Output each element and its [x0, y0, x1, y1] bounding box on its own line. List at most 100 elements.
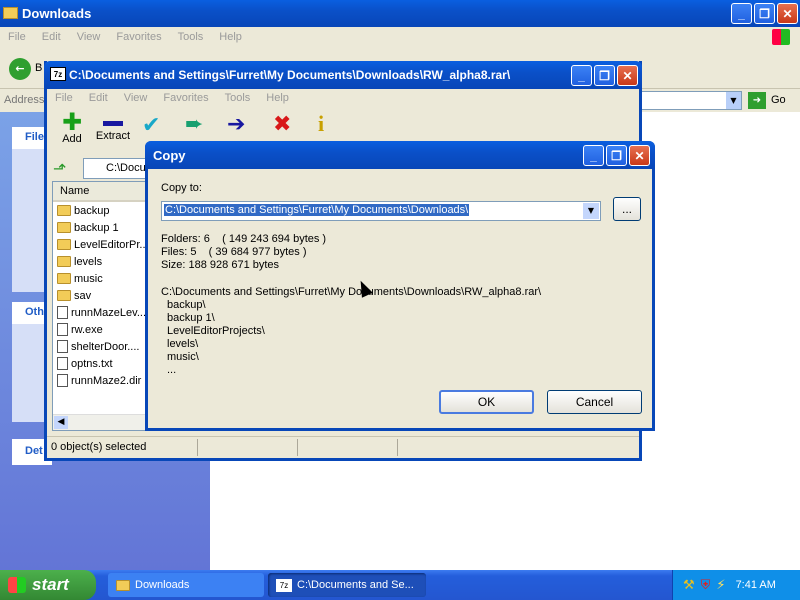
menu-file[interactable]: File	[0, 31, 34, 43]
windows-logo-icon	[8, 577, 26, 593]
copy-dialog-title: Copy	[153, 147, 186, 163]
file-row[interactable]: LevelEditorPr...	[53, 236, 149, 253]
7z-icon: 7z	[50, 67, 66, 81]
file-name: levels	[74, 255, 103, 268]
file-icon	[57, 323, 68, 336]
folder-icon	[57, 290, 71, 301]
file-row[interactable]: music	[53, 270, 149, 287]
status-divider	[297, 439, 298, 456]
taskbar: start Downloads 7z C:\Documents and Se..…	[0, 570, 800, 600]
files-info: Files: 5 ( 39 684 977 bytes )	[161, 246, 307, 258]
horizontal-scrollbar[interactable]: ◀	[53, 414, 149, 430]
size-info: Size: 188 928 671 bytes	[161, 259, 280, 271]
task-label: Downloads	[135, 579, 190, 591]
copy-to-combobox[interactable]: C:\Documents and Settings\Furret\My Docu…	[161, 201, 601, 221]
info-icon[interactable]: i	[318, 111, 324, 137]
maximize-button[interactable]: ❐	[594, 65, 615, 86]
sevenzip-title: C:\Documents and Settings\Furret\My Docu…	[69, 68, 511, 82]
dropdown-arrow-icon[interactable]: ▼	[583, 203, 599, 219]
column-header-name[interactable]: Name	[53, 182, 149, 202]
file-list: Name backup backup 1 LevelEditorPr... level…	[52, 181, 150, 431]
file-row[interactable]: optns.txt	[53, 355, 149, 372]
back-icon[interactable]: ←	[9, 58, 31, 80]
address-dropdown-icon[interactable]: ▼	[726, 92, 741, 109]
source-item: backup\	[167, 299, 206, 311]
copy-info: Folders: 6 ( 149 243 694 bytes ) Files: …	[161, 233, 326, 272]
file-row[interactable]: sav	[53, 287, 149, 304]
menu-help[interactable]: Help	[211, 31, 250, 43]
menu-file[interactable]: File	[47, 92, 81, 104]
file-name: LevelEditorPr...	[74, 238, 149, 251]
up-folder-icon[interactable]: ⬏	[53, 159, 71, 178]
explorer-titlebar[interactable]: Downloads _ ❐ ✕	[0, 0, 800, 27]
menu-edit[interactable]: Edit	[81, 92, 116, 104]
start-button[interactable]: start	[0, 570, 96, 600]
folder-icon	[57, 256, 71, 267]
status-text: 0 object(s) selected	[51, 441, 147, 453]
source-path: C:\Documents and Settings\Furret\My Docu…	[161, 286, 542, 298]
sevenzip-titlebar[interactable]: 7z C:\Documents and Settings\Furret\My D…	[44, 61, 642, 89]
close-button[interactable]: ✕	[777, 3, 798, 24]
menu-help[interactable]: Help	[258, 92, 297, 104]
file-name: optns.txt	[71, 357, 113, 370]
file-row[interactable]: shelterDoor....	[53, 338, 149, 355]
maximize-button[interactable]: ❐	[606, 145, 627, 166]
tray-network-icon[interactable]: ⚡	[716, 578, 725, 593]
clock[interactable]: 7:41 AM	[736, 579, 776, 591]
source-item: backup 1\	[167, 312, 215, 324]
address-label: Address	[4, 94, 45, 106]
explorer-menubar: File Edit View Favorites Tools Help	[0, 27, 800, 47]
security-icon[interactable]: ⛨	[701, 578, 711, 593]
scroll-left-icon[interactable]: ◀	[54, 416, 68, 429]
status-bar: 0 object(s) selected	[47, 436, 639, 458]
test-icon[interactable]: ✔	[142, 113, 160, 138]
copy-to-value[interactable]: C:\Documents and Settings\Furret\My Docu…	[164, 204, 470, 216]
move-icon[interactable]: ➔	[227, 112, 245, 137]
file-row[interactable]: backup	[53, 202, 149, 219]
menu-view[interactable]: View	[116, 92, 156, 104]
folders-info: Folders: 6 ( 149 243 694 bytes )	[161, 233, 327, 245]
maximize-button[interactable]: ❐	[754, 3, 775, 24]
minimize-button[interactable]: _	[731, 3, 752, 24]
source-item: ...	[167, 364, 177, 376]
extract-button[interactable]: Extract	[92, 111, 134, 151]
status-divider	[397, 439, 398, 456]
minimize-button[interactable]: _	[571, 65, 592, 86]
copy-dialog-titlebar[interactable]: Copy _ ❐ ✕	[145, 141, 655, 169]
folder-icon	[57, 239, 71, 250]
menu-edit[interactable]: Edit	[34, 31, 69, 43]
minimize-button[interactable]: _	[583, 145, 604, 166]
extract-icon	[103, 121, 123, 126]
close-button[interactable]: ✕	[629, 145, 650, 166]
menu-view[interactable]: View	[69, 31, 109, 43]
menu-tools[interactable]: Tools	[217, 92, 259, 104]
menu-tools[interactable]: Tools	[170, 31, 212, 43]
go-icon[interactable]: ➜	[748, 92, 766, 109]
menu-favorites[interactable]: Favorites	[155, 92, 216, 104]
copy-icon[interactable]: ➨	[185, 112, 203, 137]
delete-icon[interactable]: ✖	[273, 112, 291, 137]
file-row[interactable]: levels	[53, 253, 149, 270]
file-row[interactable]: backup 1	[53, 219, 149, 236]
task-downloads[interactable]: Downloads	[108, 573, 264, 597]
browse-button[interactable]: ...	[613, 197, 641, 221]
go-label[interactable]: Go	[771, 94, 786, 106]
file-row[interactable]: runnMaze2.dir	[53, 372, 149, 389]
start-label: start	[32, 575, 69, 594]
file-row[interactable]: rw.exe	[53, 321, 149, 338]
file-name: shelterDoor....	[71, 340, 140, 353]
close-button[interactable]: ✕	[617, 65, 638, 86]
copy-dialog: Copy _ ❐ ✕ Copy to: C:\Documents and Set…	[145, 141, 655, 431]
task-7zip[interactable]: 7z C:\Documents and Se...	[268, 573, 426, 597]
file-icon	[57, 374, 68, 387]
tray-app-icon[interactable]: ⚒	[683, 578, 695, 593]
menu-favorites[interactable]: Favorites	[108, 31, 169, 43]
copy-to-label: Copy to:	[161, 182, 202, 194]
file-icon	[57, 357, 68, 370]
add-button[interactable]: ✚ Add	[55, 110, 89, 151]
file-name: sav	[74, 289, 92, 302]
back-label[interactable]: B	[35, 62, 42, 74]
ok-button[interactable]: OK	[439, 390, 534, 414]
cancel-button[interactable]: Cancel	[547, 390, 642, 414]
file-row[interactable]: runnMazeLev...	[53, 304, 149, 321]
